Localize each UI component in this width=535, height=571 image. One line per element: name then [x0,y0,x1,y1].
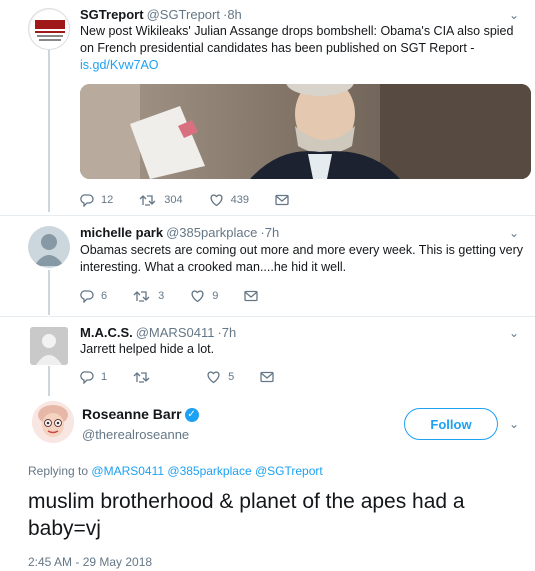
photo-icon [80,84,531,179]
reply-count: 12 [101,194,114,206]
tweet-timestamp[interactable]: 2:45 AM - 29 May 2018 [28,555,152,569]
like-count: 5 [228,371,235,383]
verified-badge-icon: ✓ [184,407,199,422]
avatar[interactable] [32,401,74,443]
tweet-time[interactable]: 7h [222,325,236,340]
dm-button[interactable] [275,194,296,206]
follow-button[interactable]: Follow [404,408,498,440]
chevron-down-icon[interactable]: ⌄ [509,417,519,431]
profile-photo-icon [30,327,68,365]
tweet-michelle-park[interactable]: michelle park @385parkplace ·7h ⌄ Obamas s… [0,216,535,316]
heart-icon [191,290,204,303]
retweet-count: 3 [158,290,165,302]
like-count: 9 [212,290,219,302]
retweet-icon [133,291,150,302]
like-button[interactable]: 9 [190,289,218,303]
author-handle[interactable]: @MARS0411 [136,325,215,340]
dm-button[interactable] [260,371,281,383]
chevron-down-icon[interactable]: ⌄ [509,8,519,22]
replying-to: Replying to @MARS0411 @385parkplace @SGT… [28,464,323,478]
replying-to-handles[interactable]: @MARS0411 @385parkplace @SGTreport [91,464,322,478]
like-count: 439 [230,194,249,206]
replying-prefix: Replying to [28,464,89,478]
chevron-down-icon[interactable]: ⌄ [509,226,519,240]
roseanne-avatar-icon [32,401,74,443]
author-name[interactable]: Roseanne Barr [82,406,182,422]
chevron-down-icon[interactable]: ⌄ [509,326,519,340]
dm-button[interactable] [244,290,265,302]
author-name[interactable]: michelle park [80,225,163,240]
tweet-link[interactable]: is.gd/Kvw7AO [80,58,159,72]
reply-icon [80,194,94,207]
reply-button[interactable]: 1 [80,370,107,384]
retweet-button[interactable]: 3 [133,289,164,303]
like-button[interactable]: 439 [209,193,249,207]
like-button[interactable]: 5 [206,370,234,384]
retweet-icon [139,195,156,206]
tweet-time[interactable]: 8h [227,7,241,22]
tweet-time[interactable]: 7h [265,225,279,240]
author-handle[interactable]: @385parkplace [166,225,257,240]
author-name[interactable]: M.A.C.S. [80,325,133,340]
author-handle[interactable]: @SGTreport [147,7,220,22]
retweet-count: 304 [164,194,183,206]
reply-icon [80,371,94,384]
reply-count: 1 [101,371,108,383]
tweet-media-image[interactable] [80,84,531,179]
author-handle[interactable]: @therealroseanne [82,427,189,442]
tweet-text: New post Wikileaks' Julian Assange drops… [80,24,514,55]
avatar[interactable] [28,8,70,50]
reply-button[interactable]: 12 [80,193,113,207]
tweet-actions: 1 5 [80,370,307,384]
author-name[interactable]: SGTreport [80,7,144,22]
avatar[interactable] [30,327,68,365]
tweet-actions: 12 304 439 [80,193,322,207]
tweet-sgtreport[interactable]: SGTreport @SGTreport ·8h ⌄ New post Wikile… [0,0,535,215]
retweet-icon [133,372,150,383]
reply-count: 6 [101,290,108,302]
tweet-macs[interactable]: M.A.C.S. @MARS0411·7h ⌄ Jarrett helped hi… [0,317,535,397]
envelope-icon [244,290,259,302]
heart-icon [207,371,220,384]
tweet-text-wrap: New post Wikileaks' Julian Assange drops… [80,23,530,74]
default-avatar-icon [34,234,64,266]
sgt-logo-icon [30,10,69,49]
retweet-button[interactable]: 304 [139,193,183,207]
tweet-text: Obamas secrets are coming out more and m… [80,243,524,274]
envelope-icon [260,371,274,383]
tweet-text: Jarrett helped hide a lot. [80,342,215,356]
author-block: Roseanne Barr ✓ [82,406,199,424]
reply-button[interactable]: 6 [80,289,107,303]
tweet-actions: 6 3 9 [80,289,291,303]
reply-icon [80,290,94,303]
envelope-icon [275,194,289,206]
avatar[interactable] [28,226,70,268]
main-tweet-text: muslim brotherhood & planet of the apes … [28,490,465,540]
heart-icon [210,194,223,207]
retweet-button[interactable] [133,370,158,384]
